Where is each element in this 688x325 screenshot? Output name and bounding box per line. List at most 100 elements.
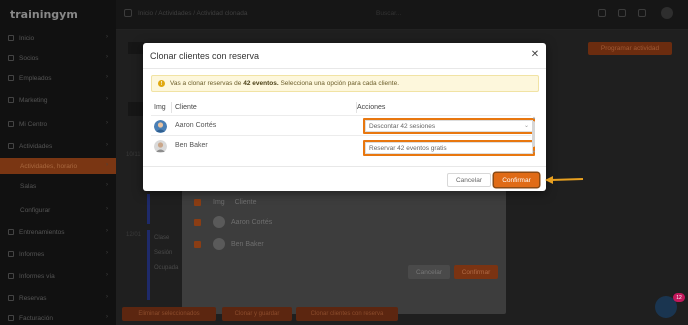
sidebar-item-label: Facturación (19, 314, 53, 322)
bg-row-avatar (213, 216, 225, 228)
sidebar-item[interactable]: Empleados › (0, 70, 116, 86)
confirm-button[interactable]: Confirmar (494, 173, 539, 187)
clone-clients-modal: Clonar clientes con reserva ✕ ! Vas a cl… (143, 43, 546, 191)
search-input[interactable]: Buscar... (376, 10, 401, 17)
sidebar-item[interactable]: Informes vía › (0, 268, 116, 284)
sidebar-item[interactable]: Entrenamientos › (0, 224, 116, 240)
help-icon[interactable] (638, 9, 646, 17)
scroll-thumb[interactable] (532, 121, 535, 147)
sidebar-item-label: Informes (19, 250, 45, 258)
col-header-cliente: Cliente (175, 104, 197, 111)
chevron-right-icon: › (106, 96, 108, 102)
sidebar-item-label: Inicio (19, 34, 35, 42)
client-avatar (154, 120, 167, 133)
clone-save-button[interactable]: Clonar y guardar (222, 307, 292, 321)
clone-clients-button[interactable]: Clonar clientes con reserva (296, 307, 398, 321)
menu-icon[interactable] (124, 9, 132, 17)
sidebar-item[interactable]: Inicio › (0, 30, 116, 46)
bg-panel-row: Ben Baker (194, 234, 264, 254)
grid-icon[interactable] (598, 9, 606, 17)
scroll-down-icon[interactable]: ▼ (532, 149, 536, 154)
sidebar-item-icon (8, 55, 14, 61)
info-alert: ! Vas a clonar reservas de 42 eventos. S… (151, 75, 539, 92)
sidebar-item-label: Mi Centro (19, 120, 48, 128)
bg-panel-row: Aaron Cortés (194, 212, 272, 232)
delete-selected-button[interactable]: Eliminar seleccionados (122, 307, 216, 321)
bg-label-ocupada: Ocupada (154, 265, 179, 271)
sidebar-item[interactable]: Configurar › (0, 202, 116, 218)
action-select-value: Descontar 42 sesiones (369, 122, 436, 130)
sidebar: trainingym Inicio › Socios › Empleados › Marke… (0, 0, 116, 325)
bg-back-block (128, 42, 144, 54)
bg-row-name: Aaron Cortés (231, 218, 273, 226)
scroll-up-icon[interactable]: ▲ (532, 115, 536, 120)
sidebar-item[interactable]: Reservas › (0, 290, 116, 306)
bell-icon[interactable] (618, 9, 626, 17)
chevron-right-icon: › (106, 228, 108, 234)
sidebar-item-icon (8, 251, 14, 257)
col-header-acciones: Acciones (357, 104, 386, 111)
chevron-right-icon: › (106, 34, 108, 40)
bg-row-name: Ben Baker (231, 240, 264, 248)
sidebar-item[interactable]: Salas › (0, 178, 116, 194)
sidebar-item-label: Actividades, horario (20, 162, 78, 170)
sidebar-item-label: Informes vía (19, 272, 55, 280)
bg-label-clase: Clase (154, 235, 170, 241)
close-icon[interactable]: ✕ (529, 49, 541, 61)
sidebar-item[interactable]: Actividades, horario › (0, 158, 116, 174)
info-icon: ! (158, 80, 165, 87)
sidebar-item[interactable]: Marketing › (0, 92, 116, 108)
bg-date-1: 10/11 (126, 152, 141, 158)
alert-suffix: Selecciona una opción para cada cliente. (280, 80, 399, 87)
col-header-img: Img (154, 104, 166, 111)
modal-title: Clonar clientes con reserva (150, 51, 260, 61)
action-select[interactable]: Descontar 42 sesiones ⌄ (363, 118, 535, 134)
sidebar-item-label: Reservas (19, 294, 47, 302)
sidebar-item-icon (8, 273, 14, 279)
sidebar-item[interactable]: Facturación › (0, 310, 116, 325)
col-divider (171, 102, 172, 113)
user-avatar[interactable] (661, 7, 673, 19)
table-scrollbar[interactable]: ▲ ▼ (532, 115, 536, 155)
sidebar-item-icon (8, 295, 14, 301)
chevron-right-icon: › (106, 182, 108, 188)
chevron-right-icon: › (106, 162, 108, 168)
action-select[interactable]: Reservar 42 eventos gratis (363, 140, 535, 156)
arrow-left-icon (545, 176, 584, 184)
sidebar-item-label: Actividades (19, 142, 53, 150)
modal-footer-divider (143, 166, 546, 167)
sidebar-item-icon (8, 229, 14, 235)
sidebar-item-icon (8, 315, 14, 321)
client-name: Ben Baker (175, 142, 208, 149)
alert-count: 42 eventos. (243, 80, 279, 87)
bg-row-checkbox[interactable] (194, 218, 201, 226)
sidebar-item[interactable]: Mi Centro › (0, 116, 116, 132)
bg-label-sesion: Sesión (154, 250, 173, 256)
bg-tab-block (128, 102, 144, 116)
alert-prefix: Vas a clonar reservas de (170, 80, 242, 87)
chevron-right-icon: › (106, 272, 108, 278)
bg-event-bar-1 (147, 194, 150, 224)
sidebar-item-icon (8, 75, 14, 81)
sidebar-item[interactable]: Actividades › (0, 138, 116, 154)
bg-row-avatar (213, 238, 225, 250)
sidebar-item[interactable]: Informes › (0, 246, 116, 262)
bg-cancel-button[interactable]: Cancelar (408, 265, 450, 279)
sidebar-item-icon (8, 143, 14, 149)
bg-event-bar-2 (147, 230, 150, 300)
clients-table: Img Cliente Acciones Aaron Cortés Descon… (151, 100, 539, 204)
sidebar-item-label: Configurar (20, 206, 51, 214)
bg-client-panel: Img Cliente Aaron Cortés Ben Baker Cance… (182, 190, 506, 314)
chat-badge: 12 (673, 293, 685, 302)
sidebar-item[interactable]: Socios › (0, 50, 116, 66)
bg-row-checkbox[interactable] (194, 240, 201, 248)
cancel-button[interactable]: Cancelar (447, 173, 491, 187)
breadcrumb: Inicio / Actividades / Actividad clonada (138, 10, 248, 17)
chevron-right-icon: › (106, 74, 108, 80)
action-select-value: Reservar 42 eventos gratis (369, 144, 447, 152)
program-activity-button[interactable]: Programar actividad (588, 42, 672, 55)
sidebar-item-icon (8, 121, 14, 127)
chevron-down-icon: ⌄ (523, 123, 529, 129)
sidebar-item-icon (8, 35, 14, 41)
bg-confirm-button[interactable]: Confirmar (454, 265, 498, 279)
